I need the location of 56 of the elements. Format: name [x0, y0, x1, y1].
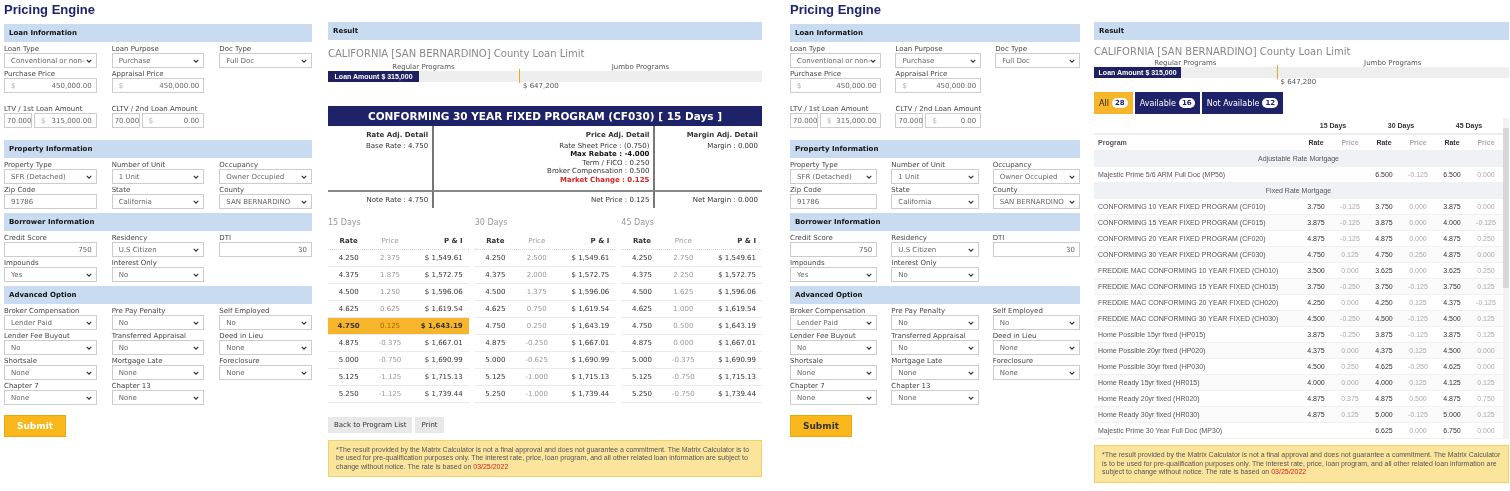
submit-button[interactable]: Submit: [790, 415, 852, 437]
chevron-icon: [970, 58, 977, 63]
chevron-icon: [193, 320, 200, 325]
chevron-icon: [193, 345, 200, 350]
chevron-icon: [193, 272, 200, 277]
limit-marker: [1276, 65, 1278, 79]
chevron-icon: [866, 395, 873, 400]
chevron-icon: [1069, 174, 1075, 179]
chevron-icon: [1069, 58, 1075, 63]
chevron-icon: [967, 247, 974, 252]
chevron-icon: [193, 395, 200, 400]
chevron-icon: [967, 395, 974, 400]
chevron-icon: [193, 174, 200, 179]
chevron-icon: [301, 370, 307, 375]
chevron-icon: [301, 320, 307, 325]
term-title: 30 Days: [474, 217, 509, 227]
chevron-icon: [85, 174, 92, 179]
chevron-icon: [85, 272, 92, 277]
chevron-icon: [301, 345, 307, 350]
chevron-icon: [866, 320, 873, 325]
chevron-icon: [870, 58, 877, 63]
chevron-icon: [967, 345, 974, 350]
chevron-icon: [866, 174, 873, 179]
chevron-icon: [866, 272, 873, 277]
page-title: Pricing Engine: [790, 1, 882, 19]
limit-marker: [518, 69, 520, 83]
chevron-icon: [967, 199, 974, 204]
chevron-icon: [967, 320, 974, 325]
chevron-icon: [967, 174, 974, 179]
chevron-icon: [85, 320, 92, 325]
chevron-icon: [301, 174, 307, 179]
chevron-icon: [85, 395, 92, 400]
chevron-icon: [301, 58, 307, 63]
chevron-icon: [967, 272, 974, 277]
chevron-icon: [1069, 345, 1075, 350]
chevron-icon: [193, 370, 200, 375]
program-title: CONFORMING 30 YEAR FIXED PROGRAM (CF030) [ 15 Days ]: [328, 106, 762, 126]
chevron-icon: [1069, 199, 1075, 204]
term-title: 45 Days: [621, 217, 655, 227]
chevron-icon: [85, 345, 92, 350]
chevron-icon: [301, 199, 307, 204]
scrollbar[interactable]: [1503, 118, 1509, 439]
page-title: Pricing Engine: [4, 1, 96, 19]
chevron-icon: [85, 370, 92, 375]
chevron-icon: [1069, 370, 1075, 375]
chevron-icon: [85, 58, 92, 63]
loan-limit-title: CALIFORNIA [SAN BERNARDINO] County Loan Limit: [328, 48, 586, 59]
chevron-icon: [866, 345, 873, 350]
chevron-icon: [866, 370, 873, 375]
loan-limit-title: CALIFORNIA [SAN BERNARDINO] County Loan Limit: [1094, 46, 1352, 57]
chevron-icon: [193, 58, 200, 63]
chevron-icon: [193, 199, 200, 204]
chevron-icon: [967, 370, 974, 375]
chevron-icon: [193, 247, 200, 252]
chevron-icon: [1069, 320, 1075, 325]
term-title: 15 Days: [328, 217, 362, 227]
